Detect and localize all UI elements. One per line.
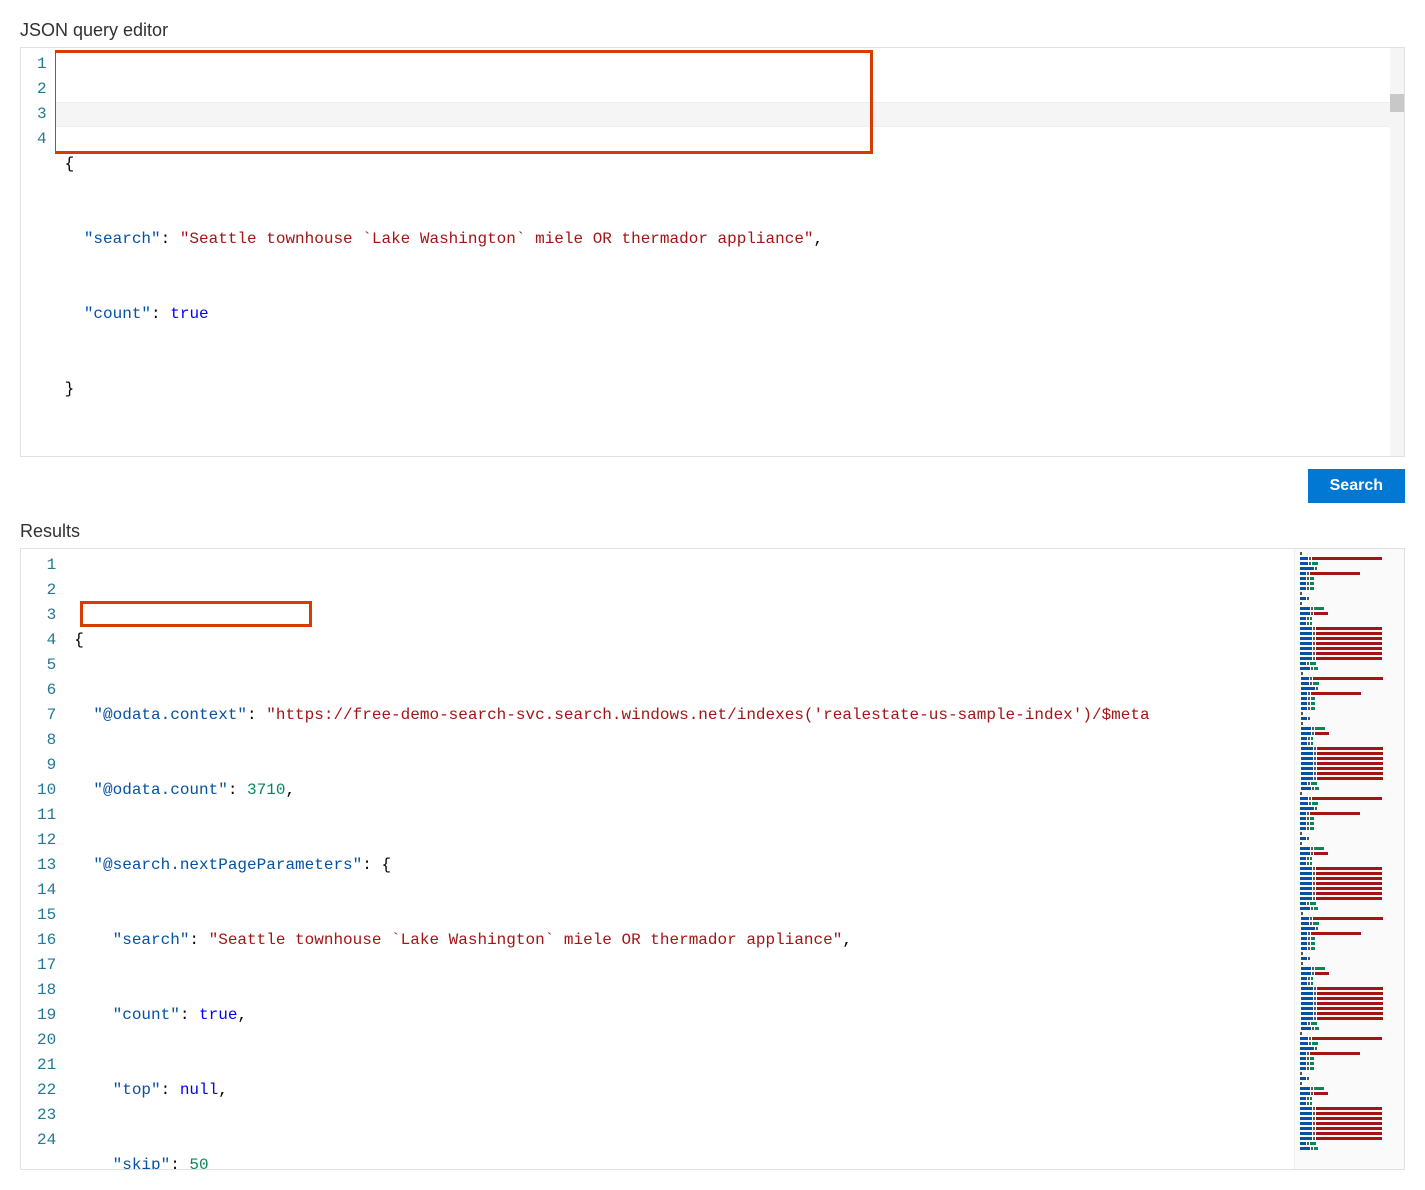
results-title: Results — [20, 521, 1405, 542]
editor-code-pane[interactable]: { "search": "Seattle townhouse `Lake Was… — [55, 48, 1404, 456]
search-button[interactable]: Search — [1308, 469, 1405, 503]
results-minimap[interactable] — [1294, 549, 1404, 1169]
results-editor[interactable]: 1 2 3 4 5 6 7 8 9 10 11 12 13 14 15 16 1… — [20, 548, 1405, 1170]
json-query-editor[interactable]: 1 2 3 4 { "search": "Seattle townhouse `… — [20, 47, 1405, 457]
editor-title: JSON query editor — [20, 20, 1405, 41]
editor-line-gutter: 1 2 3 4 — [21, 48, 55, 456]
editor-scrollbar[interactable] — [1390, 48, 1404, 456]
results-code-pane[interactable]: { "@odata.context": "https://free-demo-s… — [64, 549, 1404, 1169]
results-line-gutter: 1 2 3 4 5 6 7 8 9 10 11 12 13 14 15 16 1… — [21, 549, 64, 1169]
results-highlight-box — [80, 601, 312, 627]
